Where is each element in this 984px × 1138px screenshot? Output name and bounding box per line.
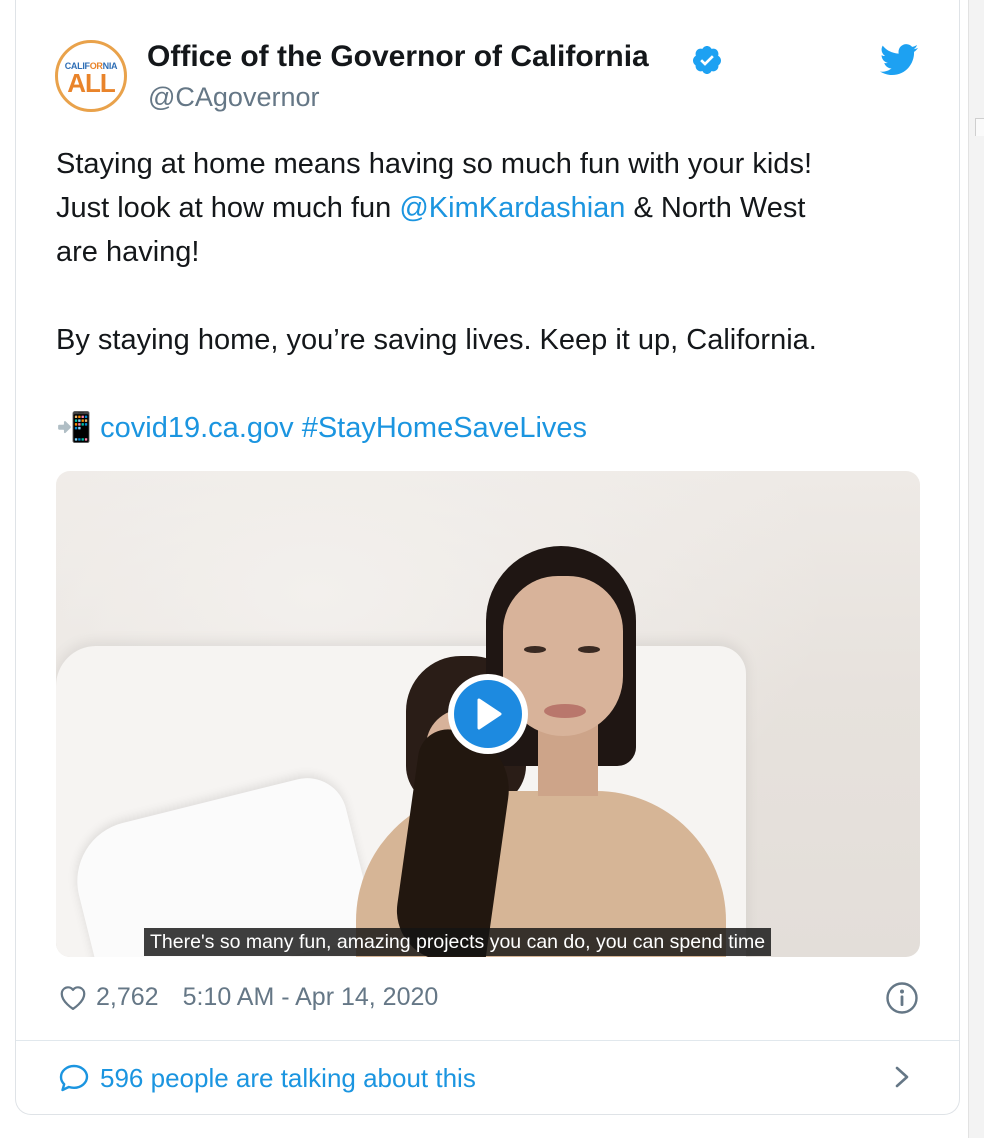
video-player[interactable]: There's so many fun, amazing projects yo… xyxy=(56,471,920,957)
tweet-links-line: 📲 covid19.ca.gov #StayHomeSaveLives xyxy=(56,408,587,448)
url-link[interactable]: covid19.ca.gov xyxy=(100,412,293,444)
tweet-text-line-3: are having! xyxy=(56,236,200,268)
tweet-text-segment: Just look at how much fun xyxy=(56,192,400,224)
play-button[interactable] xyxy=(448,674,528,754)
account-handle[interactable]: @CAgovernor xyxy=(148,82,319,113)
play-button-circle xyxy=(454,680,522,748)
tweet-text-line-4: By staying home, you’re saving lives. Ke… xyxy=(56,324,817,356)
tweet-text-segment: & North West xyxy=(625,192,806,224)
window-edge xyxy=(968,0,984,1138)
twitter-bird-icon[interactable] xyxy=(880,44,918,76)
tweet-timestamp[interactable]: 5:10 AM - Apr 14, 2020 xyxy=(183,983,439,1012)
info-icon[interactable] xyxy=(885,981,919,1015)
like-count[interactable]: 2,762 xyxy=(96,983,159,1012)
chevron-right-icon[interactable] xyxy=(890,1063,914,1091)
hashtag-link[interactable]: #StayHomeSaveLives xyxy=(302,412,587,444)
display-name[interactable]: Office of the Governor of California xyxy=(147,40,649,74)
avatar-main-text: ALL xyxy=(67,68,116,98)
conversation-label: 596 people are talking about this xyxy=(100,1062,476,1093)
video-subtitle: There's so many fun, amazing projects yo… xyxy=(144,928,772,956)
tweet-text-line-1: Staying at home means having so much fun… xyxy=(56,148,812,180)
video-frame-eye xyxy=(578,646,600,653)
phone-arrow-emoji: 📲 xyxy=(56,412,93,444)
play-icon xyxy=(477,698,502,730)
speech-bubble-icon xyxy=(59,1064,89,1092)
window-edge-mark xyxy=(975,118,984,136)
conversation-link[interactable]: 596 people are talking about this xyxy=(58,1058,476,1098)
footer-divider xyxy=(16,1040,959,1041)
tweet-meta-row: 2,762 5:10 AM - Apr 14, 2020 xyxy=(58,980,438,1014)
tweet-text-line-2: Just look at how much fun @KimKardashian… xyxy=(56,188,805,228)
verified-badge-icon xyxy=(693,46,721,74)
avatar[interactable]: CALIFORNIA ALL xyxy=(55,40,127,112)
mention-link[interactable]: @KimKardashian xyxy=(399,192,625,224)
heart-icon[interactable] xyxy=(58,983,88,1011)
video-frame-lips xyxy=(544,704,586,718)
video-frame-eye xyxy=(524,646,546,653)
